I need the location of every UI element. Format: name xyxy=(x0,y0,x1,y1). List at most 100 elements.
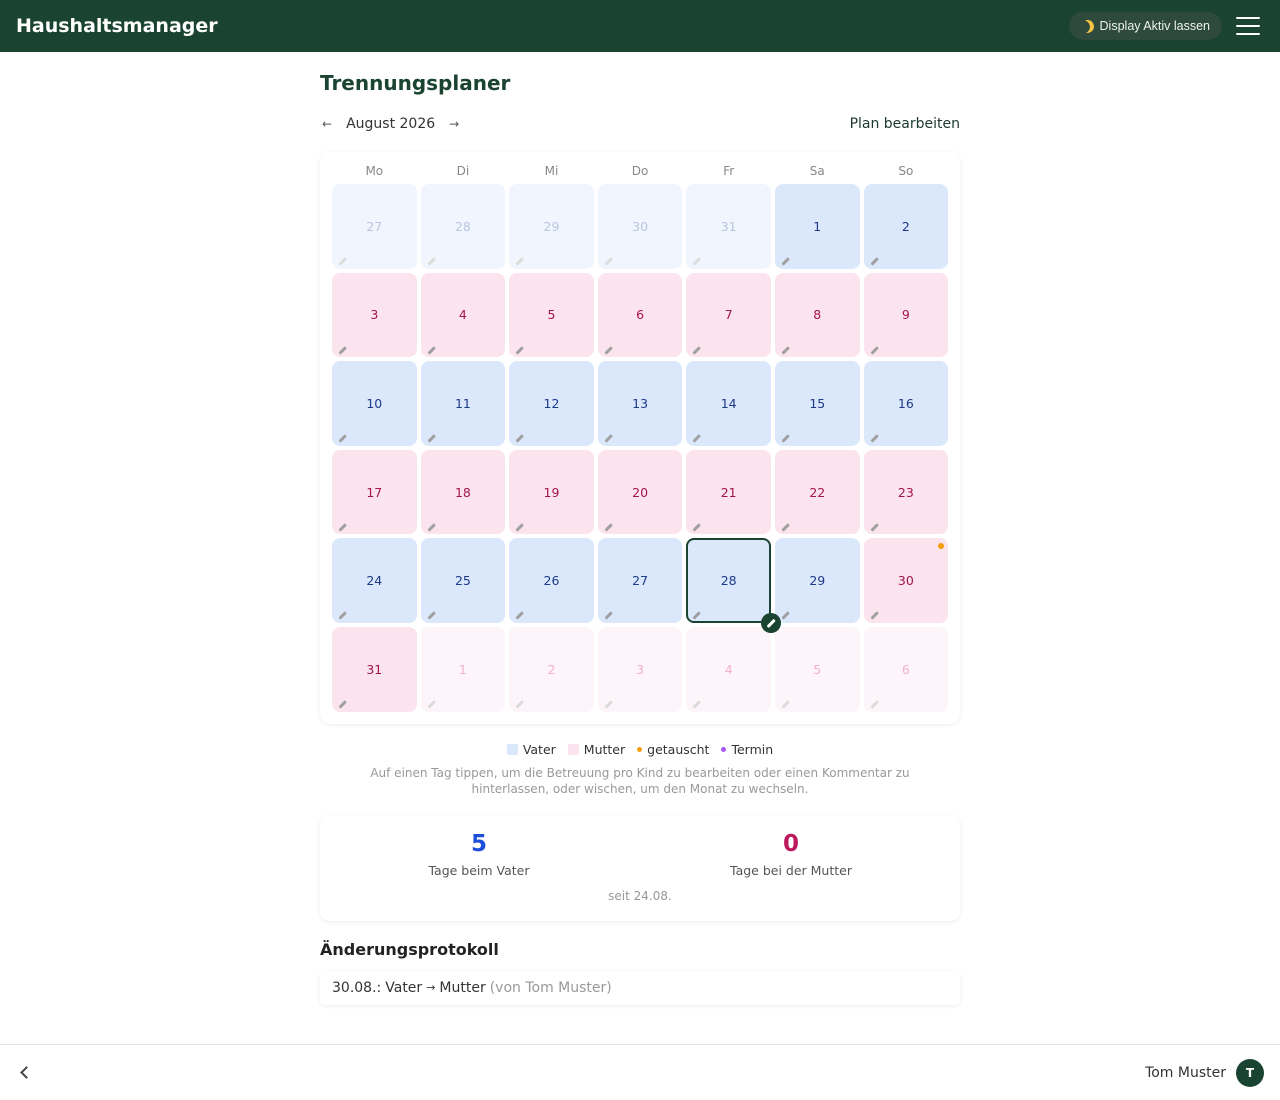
day-number: 31 xyxy=(366,661,383,677)
day-number: 2 xyxy=(901,218,910,234)
calendar-day[interactable]: 1 xyxy=(774,184,860,269)
weekday-label: Sa xyxy=(809,164,825,178)
calendar-day[interactable]: 29 xyxy=(774,538,860,623)
calendar-day[interactable]: 27 xyxy=(597,538,683,623)
day-number: 26 xyxy=(543,573,560,589)
calendar-day[interactable]: 1 xyxy=(420,626,506,712)
pencil-icon xyxy=(781,434,790,443)
calendar-day[interactable]: 22 xyxy=(774,449,860,535)
calendar-day[interactable]: 4 xyxy=(686,626,771,712)
day-number: 14 xyxy=(720,395,737,411)
calendar-day[interactable]: 20 xyxy=(597,449,683,535)
menu-icon[interactable] xyxy=(1236,17,1260,35)
calendar-day[interactable]: 4 xyxy=(420,272,506,358)
avatar: T xyxy=(1236,1058,1264,1087)
pencil-icon xyxy=(692,257,701,266)
calendar-day[interactable]: 3 xyxy=(332,272,417,358)
calendar-day[interactable]: 2 xyxy=(509,626,594,712)
legend-label: Mutter xyxy=(583,741,626,757)
day-number: 4 xyxy=(724,661,733,677)
calendar-day[interactable]: 28 xyxy=(420,184,506,269)
legend-label: getauscht xyxy=(647,741,710,757)
calendar-day[interactable]: 31 xyxy=(332,626,417,712)
log-date: 30.08.: xyxy=(332,979,382,996)
calendar-day[interactable]: 6 xyxy=(597,272,683,358)
day-number: 23 xyxy=(897,484,914,500)
pencil-icon xyxy=(692,345,701,355)
calendar-day[interactable]: 5 xyxy=(509,272,594,358)
day-number: 5 xyxy=(813,661,822,677)
day-number: 28 xyxy=(454,218,471,234)
user-info[interactable]: Tom Muster T xyxy=(1145,1058,1264,1087)
weekday-label: Do xyxy=(631,164,649,178)
stats-since: seit 24.08. xyxy=(608,888,672,903)
vater-stat: 5 Tage beim Vater xyxy=(323,831,635,878)
back-icon[interactable] xyxy=(20,1066,33,1079)
vater-day-count: 5 xyxy=(470,830,487,857)
day-number: 25 xyxy=(454,573,471,589)
pencil-icon xyxy=(604,700,613,709)
day-number: 31 xyxy=(720,218,737,234)
pencil-icon xyxy=(338,434,347,443)
mutter-day-label: Tage bei der Mutter xyxy=(730,862,852,878)
calendar-day[interactable]: 29 xyxy=(509,184,594,269)
pencil-icon xyxy=(515,345,524,355)
pencil-icon xyxy=(427,434,436,443)
pencil-icon xyxy=(781,700,790,709)
next-month-button[interactable]: → xyxy=(447,117,461,131)
calendar-day[interactable]: 30 xyxy=(863,538,949,623)
calendar-day[interactable]: 24 xyxy=(332,538,417,623)
legend-mutter: Mutter xyxy=(567,741,626,757)
calendar-day[interactable]: 12 xyxy=(509,361,594,446)
day-number: 15 xyxy=(809,395,826,411)
prev-month-button[interactable]: ← xyxy=(320,117,334,131)
calendar-day[interactable]: 31 xyxy=(686,184,771,269)
calendar-day-selected[interactable]: 28 xyxy=(686,538,781,633)
edit-day-button[interactable] xyxy=(760,612,781,633)
weekday-label: Fr xyxy=(723,164,735,178)
pencil-icon xyxy=(869,700,879,709)
calendar-day[interactable]: 27 xyxy=(332,184,417,269)
calendar-day[interactable]: 30 xyxy=(597,184,683,269)
calendar-day[interactable]: 18 xyxy=(420,449,506,535)
pencil-icon xyxy=(869,345,879,355)
calendar-day[interactable]: 5 xyxy=(774,626,860,712)
day-number: 16 xyxy=(897,395,914,411)
calendar-day[interactable]: 16 xyxy=(863,361,949,446)
calendar-day[interactable]: 17 xyxy=(332,449,417,535)
calendar-day[interactable]: 7 xyxy=(686,272,771,358)
day-number: 22 xyxy=(809,484,826,500)
vater-day-label: Tage beim Vater xyxy=(428,862,530,878)
calendar-day[interactable]: 19 xyxy=(509,449,594,535)
calendar-day[interactable]: 6 xyxy=(863,626,949,712)
swapped-indicator xyxy=(938,543,945,550)
day-number: 2 xyxy=(547,661,556,677)
calendar-day[interactable]: 11 xyxy=(420,361,506,446)
calendar-day[interactable]: 23 xyxy=(863,449,949,535)
pencil-icon xyxy=(692,523,701,532)
stats-card: 5 Tage beim Vater 0 Tage bei der Mutter … xyxy=(320,815,960,921)
pencil-icon xyxy=(869,257,879,266)
calendar-day[interactable]: 8 xyxy=(774,272,860,358)
calendar-day[interactable]: 9 xyxy=(863,272,949,358)
edit-plan-link[interactable]: Plan bearbeiten xyxy=(850,116,960,132)
keep-display-on-button[interactable]: Display Aktiv lassen xyxy=(1068,12,1222,40)
pencil-icon xyxy=(427,523,436,532)
bottom-bar: Tom Muster T xyxy=(0,1044,1280,1100)
calendar-day[interactable]: 15 xyxy=(774,361,860,446)
calendar-day[interactable]: 21 xyxy=(686,449,771,535)
keep-display-on-label: Display Aktiv lassen xyxy=(1099,19,1210,33)
day-number: 18 xyxy=(454,484,471,500)
day-number: 30 xyxy=(632,218,649,234)
log-to: Mutter xyxy=(439,979,486,996)
calendar-day[interactable]: 25 xyxy=(420,538,506,623)
calendar-day[interactable]: 14 xyxy=(686,361,771,446)
pencil-icon xyxy=(515,434,524,443)
calendar-day[interactable]: 26 xyxy=(509,538,594,623)
calendar-day[interactable]: 10 xyxy=(332,361,417,446)
day-number: 27 xyxy=(366,218,383,234)
pencil-icon xyxy=(604,345,613,355)
calendar-day[interactable]: 2 xyxy=(863,184,949,269)
calendar-day[interactable]: 3 xyxy=(597,626,683,712)
calendar-day[interactable]: 13 xyxy=(597,361,683,446)
